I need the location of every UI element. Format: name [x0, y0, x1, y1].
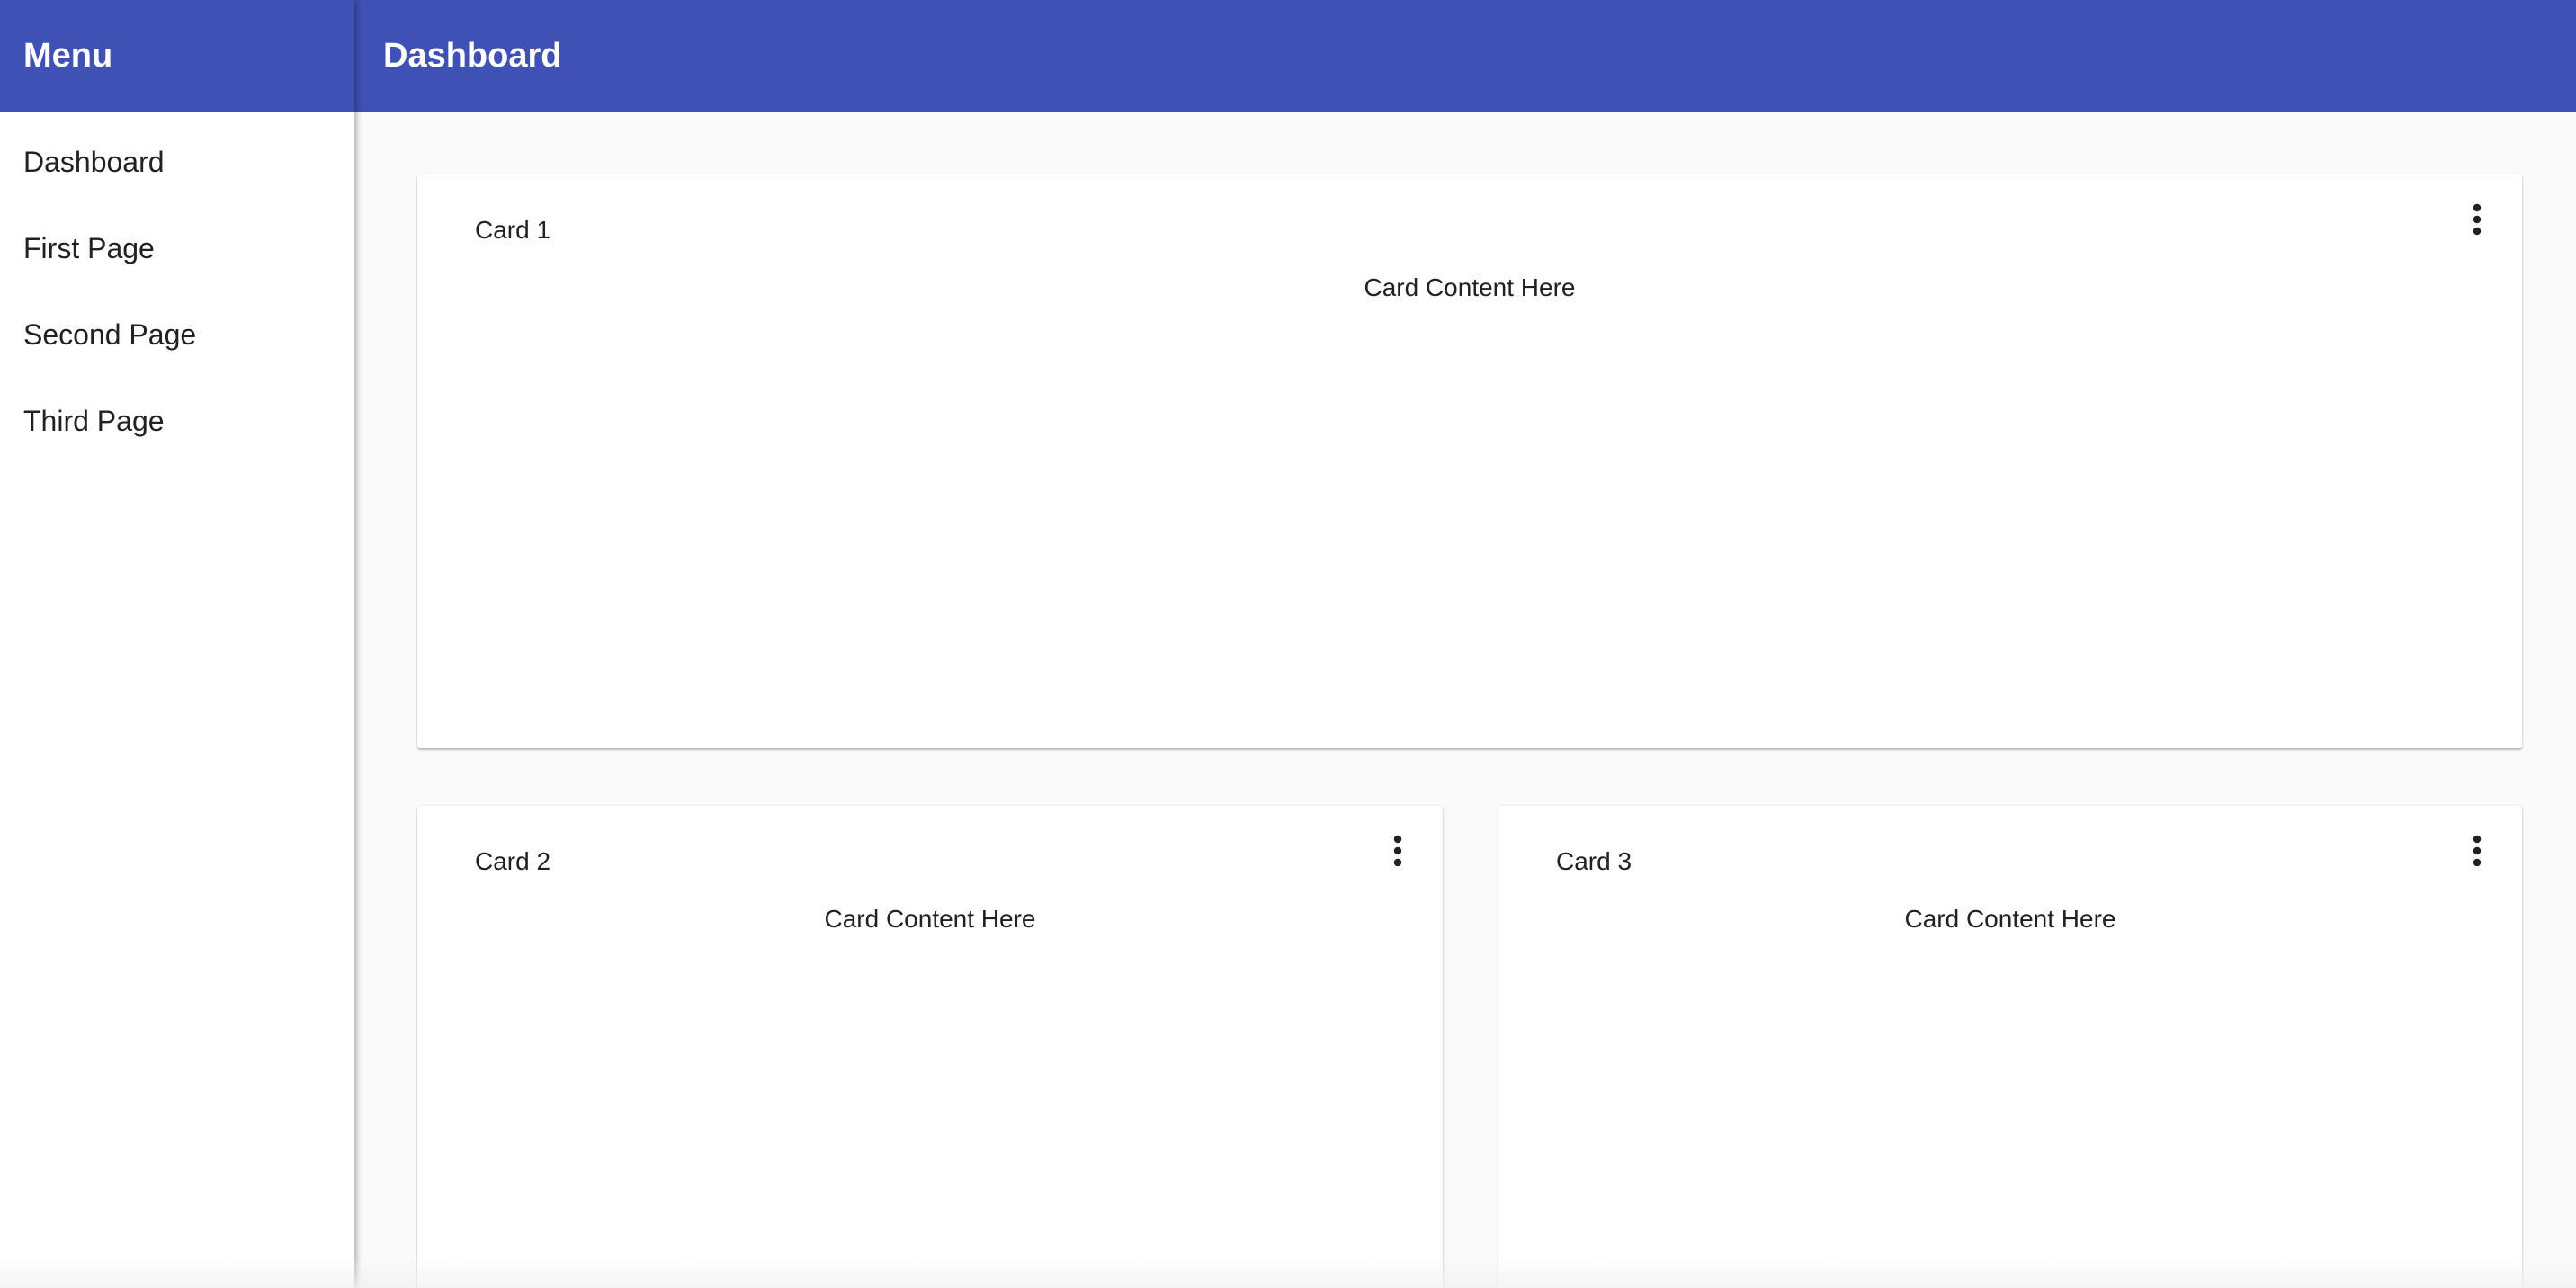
sidebar-item-dashboard[interactable]: Dashboard [0, 119, 354, 205]
card-menu-button[interactable] [1378, 827, 1418, 874]
page-title: Dashboard [383, 36, 562, 75]
card-title: Card 1 [475, 216, 551, 244]
sidebar-item-second-page[interactable]: Second Page [0, 291, 354, 378]
card-title: Card 2 [475, 847, 551, 875]
sidebar-item-first-page[interactable]: First Page [0, 205, 354, 291]
card-2: Card 2 Card Content Here [417, 806, 1443, 1288]
more-vert-icon [2473, 835, 2482, 867]
card-content: Card Content Here [824, 905, 1036, 933]
sidebar-title: Menu [0, 0, 354, 112]
card-menu-button[interactable] [2457, 196, 2497, 243]
more-vert-icon [1393, 835, 1402, 867]
card-content: Card Content Here [1364, 273, 1576, 301]
card-content: Card Content Here [1904, 905, 2116, 933]
card-3: Card 3 Card Content Here [1498, 806, 2522, 1288]
sidebar-nav: Dashboard First Page Second Page Third P… [0, 112, 354, 464]
more-vert-icon [2473, 203, 2482, 236]
top-app-bar: Dashboard [354, 0, 2576, 112]
sidebar: Menu Dashboard First Page Second Page Th… [0, 0, 354, 1288]
card-1: Card 1 Card Content Here [417, 174, 2522, 748]
sidebar-item-third-page[interactable]: Third Page [0, 378, 354, 464]
card-menu-button[interactable] [2457, 827, 2497, 874]
app-root: Menu Dashboard First Page Second Page Th… [0, 0, 2576, 1288]
card-title: Card 3 [1556, 847, 1632, 875]
